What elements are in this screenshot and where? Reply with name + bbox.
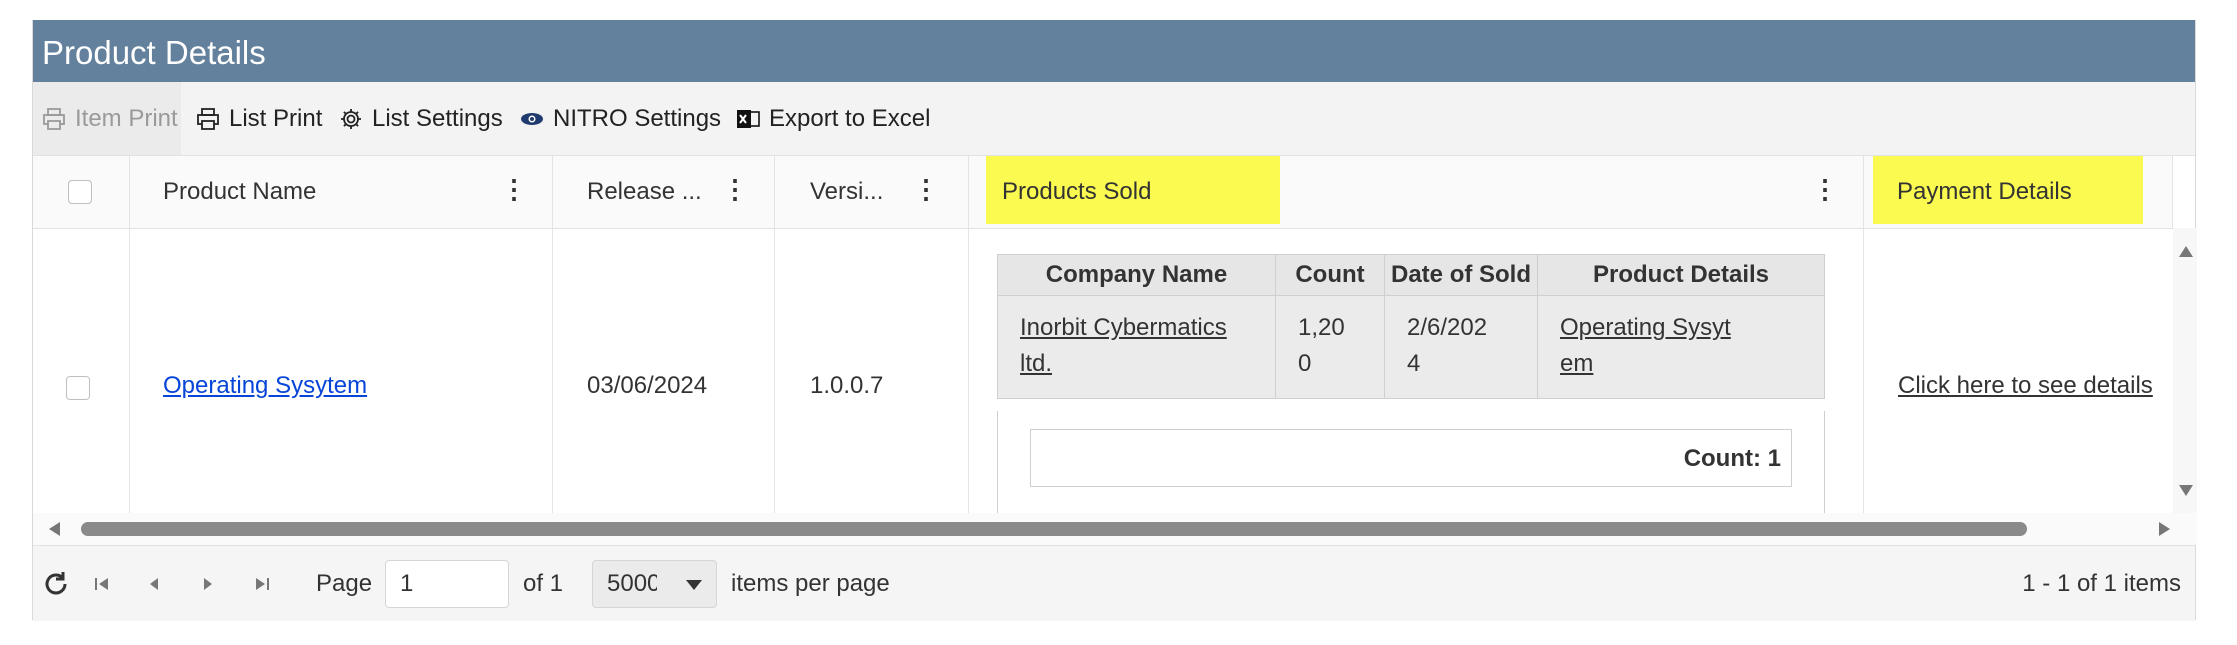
chevron-down-icon (686, 580, 702, 590)
list-print-button[interactable]: List Print (195, 82, 322, 155)
export-excel-label: Export to Excel (769, 104, 931, 132)
product-name-link[interactable]: Operating Sysytem (163, 372, 367, 400)
version-header: Versi... (810, 178, 884, 205)
cell-release: 03/06/2024 (553, 228, 775, 513)
page-number-input[interactable]: 1 (385, 560, 509, 608)
subtable-count-box: Count: 1 (1030, 429, 1792, 487)
horizontal-scroll-thumb[interactable] (81, 522, 2027, 536)
grid-body: Operating Sysytem 03/06/2024 1.0.0.7 Cli… (33, 228, 2173, 515)
scroll-right-arrow[interactable] (2159, 522, 2170, 536)
gear-icon (338, 106, 364, 132)
scroll-up-arrow[interactable] (2179, 246, 2193, 257)
cell-product-name: Operating Sysytem (130, 228, 553, 513)
products-sold-header: Products Sold (1002, 178, 1152, 205)
header-products-sold[interactable]: Products Sold ⋮ (969, 156, 1864, 228)
column-menu-icon[interactable]: ⋮ (501, 176, 527, 202)
product-details-header: Product Details (1537, 254, 1825, 296)
cell-payment-details: Click here to see details (1864, 228, 2173, 513)
count-cell: 1,20 0 (1275, 295, 1385, 399)
first-page-icon (95, 577, 108, 590)
version-value: 1.0.0.7 (810, 372, 884, 399)
product-name-header: Product Name (163, 178, 317, 205)
next-page-button[interactable] (201, 546, 215, 621)
header-product-name[interactable]: Product Name ⋮ (130, 156, 553, 228)
count-header: Count (1275, 254, 1385, 296)
payment-details-header: Payment Details (1897, 178, 2072, 205)
next-page-icon (204, 577, 212, 590)
scroll-down-arrow[interactable] (2179, 485, 2193, 496)
pager: Page 1 of 1 5000 items per page 1 - 1 of… (33, 545, 2195, 621)
printer-icon (41, 106, 67, 132)
scroll-left-arrow[interactable] (49, 522, 60, 536)
subtable-count: Count: 1 (1683, 445, 1781, 472)
list-settings-label: List Settings (372, 104, 503, 132)
vertical-scrollbar[interactable] (2173, 228, 2197, 513)
product-details-panel: Product Details Item Print List Print Li… (32, 20, 2197, 621)
cell-version: 1.0.0.7 (775, 228, 969, 513)
excel-icon (735, 106, 761, 132)
printer-icon (195, 106, 221, 132)
refresh-button[interactable] (41, 546, 71, 621)
release-header: Release ... (587, 178, 702, 205)
row-checkbox[interactable] (66, 376, 90, 400)
items-per-page-label: items per page (731, 569, 890, 597)
row-select-cell (33, 228, 130, 513)
panel-titlebar: Product Details (33, 20, 2195, 82)
panel-title: Product Details (42, 34, 266, 71)
item-print-label: Item Print (75, 104, 178, 132)
select-all-checkbox[interactable] (68, 180, 92, 204)
nitro-settings-label: NITRO Settings (553, 104, 722, 132)
column-menu-icon[interactable]: ⋮ (722, 176, 748, 202)
page-of-label: of 1 (523, 569, 564, 597)
toolbar: Item Print List Print List Settings NITR… (33, 82, 2195, 156)
release-date: 03/06/2024 (587, 372, 708, 399)
item-print-button[interactable]: Item Print (33, 82, 181, 155)
company-cell: Inorbit Cybermatics ltd. (997, 295, 1276, 399)
page-size-value: 5000 (607, 570, 657, 597)
column-menu-icon[interactable]: ⋮ (913, 176, 939, 202)
refresh-icon (45, 571, 67, 594)
list-print-label: List Print (229, 104, 323, 132)
products-sold-subtable: Company Name Count Date of Sold Product … (997, 254, 1825, 399)
product-details-cell: Operating Sysyt em (1537, 295, 1825, 399)
eye-icon (519, 106, 545, 132)
page-size-select[interactable]: 5000 (592, 560, 717, 608)
nitro-settings-button[interactable]: NITRO Settings (519, 82, 721, 155)
page-label: Page (316, 569, 373, 597)
column-menu-icon[interactable]: ⋮ (1812, 176, 1838, 202)
last-page-button[interactable] (253, 546, 271, 621)
payment-details-link[interactable]: Click here to see details (1898, 372, 2153, 400)
prev-page-icon (150, 577, 158, 590)
header-select-cell (33, 156, 130, 228)
export-excel-button[interactable]: Export to Excel (735, 82, 930, 155)
header-version[interactable]: Versi... ⋮ (775, 156, 969, 228)
prev-page-button[interactable] (147, 546, 161, 621)
header-release[interactable]: Release ... ⋮ (553, 156, 775, 228)
company-link[interactable]: Inorbit Cybermatics ltd. (1020, 314, 1227, 377)
horizontal-scrollbar[interactable] (33, 513, 2197, 545)
date-of-sold-header: Date of Sold (1383, 254, 1539, 296)
company-name-header: Company Name (997, 254, 1276, 296)
product-details-link[interactable]: Operating Sysyt em (1560, 314, 1731, 377)
pager-summary: 1 - 1 of 1 items (2022, 569, 2181, 597)
header-payment-details[interactable]: Payment Details (1864, 156, 2173, 228)
list-settings-button[interactable]: List Settings (338, 82, 503, 155)
last-page-icon (256, 577, 269, 590)
first-page-button[interactable] (93, 546, 111, 621)
grid-header: Product Name ⋮ Release ... ⋮ Versi... ⋮ … (33, 156, 2173, 229)
date-cell: 2/6/202 4 (1383, 295, 1539, 399)
subtable-footer: Count: 1 (997, 411, 1825, 515)
subtable-row: Inorbit Cybermatics ltd. 1,20 0 2/6/202 4 O… (997, 295, 1825, 399)
